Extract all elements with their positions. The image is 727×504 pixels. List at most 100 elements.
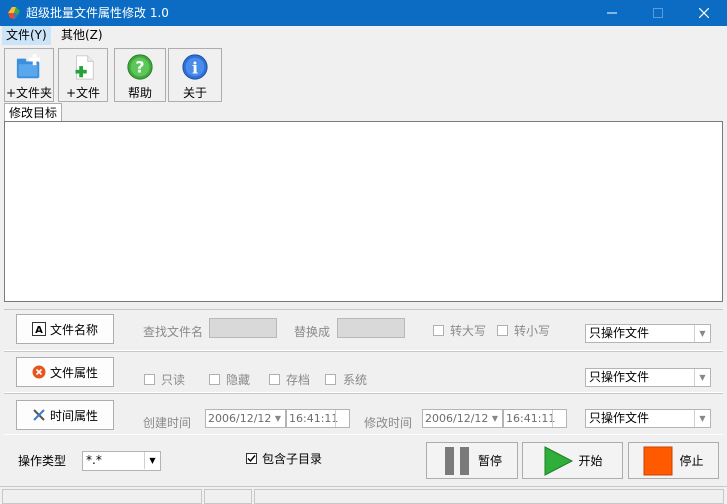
- attributes-button-label: 文件属性: [49, 365, 98, 380]
- modified-date-value: 2006/12/12: [425, 412, 489, 425]
- about-button[interactable]: i 关于: [168, 48, 222, 102]
- menu-bar: 文件(Y) 其他(Z): [0, 26, 727, 45]
- system-checkbox[interactable]: [325, 374, 336, 385]
- svg-text:?: ?: [135, 58, 144, 77]
- pause-icon: [444, 446, 469, 475]
- time-button-label: 时间属性: [49, 408, 98, 423]
- error-icon: [32, 365, 46, 379]
- modified-time-spinner[interactable]: 16:41:11: [503, 409, 567, 428]
- help-icon: ?: [127, 54, 153, 80]
- stop-icon: [643, 446, 673, 475]
- add-folder-icon: [16, 53, 41, 79]
- chevron-down-icon: ▼: [694, 369, 710, 386]
- start-button[interactable]: 开始: [522, 442, 623, 479]
- stop-label: 停止: [679, 454, 704, 468]
- attributes-button[interactable]: 文件属性: [16, 357, 114, 387]
- title-bar: 超级批量文件属性修改 1.0: [0, 0, 727, 26]
- play-icon: [544, 445, 574, 476]
- chevron-down-icon: ▼: [491, 414, 499, 423]
- status-bar: [0, 486, 727, 504]
- filename-button[interactable]: A 文件名称: [16, 314, 114, 344]
- status-segment: [204, 489, 252, 504]
- add-folder-button[interactable]: +文件夹: [4, 48, 54, 102]
- operation-type-select[interactable]: *.* ▼: [82, 451, 161, 471]
- info-icon: i: [182, 54, 208, 80]
- pause-button[interactable]: 暂停: [426, 442, 518, 479]
- attributes-scope-value: 只操作文件: [589, 370, 650, 384]
- created-time-label: 创建时间: [143, 416, 192, 430]
- menu-other[interactable]: 其他(Z): [57, 26, 107, 45]
- chevron-down-icon: ▼: [144, 452, 160, 469]
- modified-time-label: 修改时间: [364, 416, 413, 430]
- start-label: 开始: [578, 454, 603, 468]
- filename-scope-select[interactable]: 只操作文件 ▼: [585, 324, 711, 343]
- lowercase-label: 转小写: [514, 324, 551, 338]
- created-time-value: 16:41:11: [289, 412, 339, 425]
- target-list[interactable]: [4, 121, 723, 302]
- window-title: 超级批量文件属性修改 1.0: [26, 6, 169, 20]
- include-subdirs-checkbox[interactable]: [246, 453, 257, 464]
- attributes-panel: 文件属性 只读 隐藏 存档 系统 只操作文件 ▼: [4, 351, 723, 393]
- archive-checkbox[interactable]: [269, 374, 280, 385]
- find-filename-input[interactable]: [209, 318, 277, 338]
- attributes-scope-select[interactable]: 只操作文件 ▼: [585, 368, 711, 387]
- readonly-label: 只读: [161, 373, 186, 387]
- stop-button[interactable]: 停止: [628, 442, 719, 479]
- time-scope-value: 只操作文件: [589, 411, 650, 425]
- toolbar: +文件夹 +文件 ? 帮助 i 关于: [0, 46, 727, 102]
- help-button[interactable]: ? 帮助: [114, 48, 166, 102]
- created-time-spinner[interactable]: 16:41:11: [286, 409, 350, 428]
- about-label: 关于: [182, 86, 207, 100]
- chevron-down-icon: ▼: [694, 325, 710, 342]
- status-segment: [2, 489, 202, 504]
- lowercase-checkbox[interactable]: [497, 325, 508, 336]
- hidden-checkbox[interactable]: [209, 374, 220, 385]
- replace-input[interactable]: [337, 318, 405, 338]
- font-icon: A: [31, 322, 46, 336]
- checkmark-icon: [247, 455, 256, 463]
- created-date-picker[interactable]: 2006/12/12 ▼: [205, 409, 286, 428]
- maximize-button[interactable]: [635, 0, 681, 26]
- time-button[interactable]: 时间属性: [16, 400, 114, 430]
- menu-file[interactable]: 文件(Y): [2, 26, 51, 45]
- spinner-icon: [335, 410, 349, 427]
- filename-scope-value: 只操作文件: [589, 326, 650, 340]
- uppercase-checkbox[interactable]: [433, 325, 444, 336]
- minimize-button[interactable]: [589, 0, 635, 26]
- hidden-label: 隐藏: [226, 373, 251, 387]
- svg-text:A: A: [35, 325, 43, 336]
- spinner-icon: [552, 410, 566, 427]
- filename-panel: A 文件名称 查找文件名 替换成 转大写 转小写 只操作文件 ▼: [4, 309, 723, 351]
- modified-date-picker[interactable]: 2006/12/12 ▼: [422, 409, 503, 428]
- replace-label: 替换成: [294, 325, 331, 339]
- status-segment: [254, 489, 724, 504]
- tab-targets[interactable]: 修改目标: [4, 103, 63, 123]
- maximize-icon: [653, 8, 663, 18]
- add-file-icon: [75, 55, 94, 80]
- operation-type-value: *.*: [86, 453, 102, 467]
- modified-time-value: 16:41:11: [506, 412, 556, 425]
- chevron-down-icon: ▼: [694, 410, 710, 427]
- add-file-button[interactable]: +文件: [58, 48, 108, 102]
- tools-icon: [33, 409, 45, 421]
- find-filename-label: 查找文件名: [143, 325, 204, 339]
- close-icon: [699, 8, 709, 18]
- app-icon: [8, 7, 20, 19]
- filename-button-label: 文件名称: [49, 322, 98, 337]
- include-subdirs-label: 包含子目录: [262, 452, 323, 466]
- time-panel: 时间属性 创建时间 2006/12/12 ▼ 16:41:11 修改时间 200…: [4, 393, 723, 435]
- help-label: 帮助: [127, 86, 152, 100]
- tab-strip: 修改目标: [0, 102, 727, 123]
- add-file-label: +文件: [65, 86, 101, 100]
- close-button[interactable]: [681, 0, 727, 26]
- minimize-icon: [607, 12, 617, 14]
- time-scope-select[interactable]: 只操作文件 ▼: [585, 409, 711, 428]
- archive-label: 存档: [286, 373, 311, 387]
- pause-label: 暂停: [477, 454, 502, 468]
- svg-text:i: i: [192, 59, 198, 78]
- uppercase-label: 转大写: [450, 324, 487, 338]
- operation-type-label: 操作类型: [18, 454, 67, 468]
- system-label: 系统: [343, 373, 368, 387]
- readonly-checkbox[interactable]: [144, 374, 155, 385]
- chevron-down-icon: ▼: [274, 414, 282, 423]
